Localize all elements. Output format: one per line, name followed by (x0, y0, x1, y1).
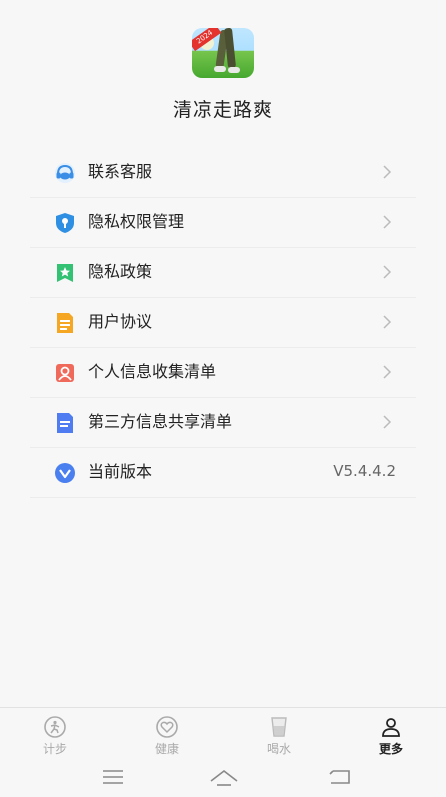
menu-item-third-party-sharing[interactable]: 第三方信息共享清单 (30, 398, 416, 448)
bottom-tab-bar: 计步 健康 喝水 更多 (0, 707, 446, 760)
menu-item-current-version[interactable]: 当前版本 V5.4.4.2 (30, 448, 416, 498)
tab-health[interactable]: 健康 (127, 708, 207, 757)
menu-item-user-agreement[interactable]: 用户协议 (30, 298, 416, 348)
bookmark-star-icon (57, 264, 73, 282)
menu-item-privacy-policy[interactable]: 隐私政策 (30, 248, 416, 298)
person-card-icon (56, 364, 74, 382)
menu-item-personal-info-collection[interactable]: 个人信息收集清单 (30, 348, 416, 398)
chevron-right-icon (383, 265, 392, 279)
menu-item-label: 个人信息收集清单 (88, 362, 217, 381)
app-header: 2024 清凉走路爽 (0, 0, 446, 140)
tab-label: 计步 (42, 742, 67, 756)
menu-item-label: 联系客服 (88, 162, 153, 181)
menu-item-label: 用户协议 (88, 312, 153, 331)
chevron-right-icon (383, 165, 392, 179)
water-cup-icon (271, 717, 287, 737)
tab-label: 喝水 (266, 742, 291, 756)
menu-item-label: 隐私权限管理 (88, 212, 185, 231)
menu-item-customer-service[interactable]: 联系客服 (30, 148, 416, 198)
document-icon (57, 313, 73, 333)
chevron-right-icon (383, 365, 392, 379)
app-title: 清凉走路爽 (172, 99, 273, 121)
headset-icon (55, 163, 75, 183)
step-count-icon (44, 716, 66, 738)
settings-list: 联系客服 隐私权限管理 隐私政策 用户协议 个人信息收集清单 第三方信息共享清单… (30, 148, 416, 498)
menu-item-label: 第三方信息共享清单 (88, 412, 233, 431)
tab-water[interactable]: 喝水 (239, 708, 319, 757)
app-logo: 2024 (192, 28, 254, 78)
tab-step-count[interactable]: 计步 (15, 708, 95, 757)
menu-item-privacy-permissions[interactable]: 隐私权限管理 (30, 198, 416, 248)
home-icon[interactable] (209, 767, 239, 787)
person-icon (382, 718, 400, 737)
version-value: V5.4.4.2 (333, 462, 396, 480)
menu-icon[interactable] (101, 767, 125, 787)
chevron-right-icon (383, 215, 392, 229)
tab-label: 健康 (154, 742, 179, 756)
shield-icon (56, 213, 74, 233)
chevron-right-icon (383, 315, 392, 329)
tab-label: 更多 (378, 742, 403, 756)
tab-more[interactable]: 更多 (351, 708, 431, 757)
menu-item-label: 隐私政策 (88, 262, 153, 281)
version-icon (55, 463, 75, 483)
back-icon[interactable] (327, 767, 353, 787)
file-list-icon (57, 413, 73, 433)
heart-icon (156, 716, 178, 738)
system-nav-bar (0, 759, 446, 797)
menu-item-label: 当前版本 (88, 462, 153, 481)
chevron-right-icon (383, 415, 392, 429)
